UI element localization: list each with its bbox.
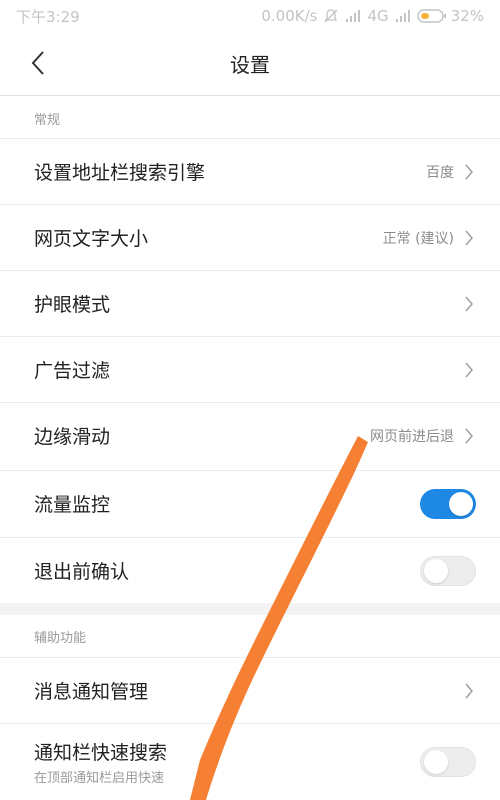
section-title: 辅助功能 [34,630,87,646]
row-notification-quick-search: 通知栏快速搜索 在顶部通知栏启用快速 [0,723,500,800]
toggle-knob [424,750,448,774]
section-title: 常规 [34,112,61,128]
section-header-accessibility: 辅助功能 [0,615,500,657]
row-value: 百度 [426,164,454,181]
chevron-left-icon [31,51,44,75]
row-font-size[interactable]: 网页文字大小 正常 (建议) [0,204,500,270]
data-monitor-toggle[interactable] [420,488,476,519]
toggle-knob [449,491,473,516]
row-eye-protection[interactable]: 护眼模式 [0,270,500,336]
row-label: 退出前确认 [34,561,130,583]
page-title: 设置 [230,53,270,77]
row-label: 边缘滑动 [34,426,111,448]
row-ad-filter[interactable]: 广告过滤 [0,336,500,402]
row-data-monitor: 流量监控 [0,470,500,536]
status-bar: 下午3:29 0.00K/s 4G 32% [0,0,500,32]
row-label: 流量监控 [34,494,111,516]
back-button[interactable] [26,48,50,78]
network-type: 4G [367,7,389,25]
battery-level: 32% [450,7,484,25]
row-sublabel: 在顶部通知栏启用快速 [34,771,165,786]
row-value: 网页前进后退 [370,428,454,445]
chevron-right-icon [462,294,476,314]
row-edge-swipe[interactable]: 边缘滑动 网页前进后退 [0,402,500,468]
section-divider [0,603,500,615]
row-label: 网页文字大小 [34,228,149,250]
status-time: 下午3:29 [16,7,80,26]
header: 设置 [0,32,500,96]
row-label: 设置地址栏搜索引擎 [34,162,206,184]
row-label: 通知栏快速搜索 [34,742,168,764]
chevron-right-icon [462,681,476,701]
toggle-knob [424,558,448,583]
quick-search-toggle[interactable] [420,747,476,777]
section-header-general: 常规 [0,97,500,139]
chevron-right-icon [462,426,476,446]
row-search-engine[interactable]: 设置地址栏搜索引擎 百度 [0,138,500,204]
row-label: 消息通知管理 [34,681,149,703]
battery-indicator: 32% [416,7,484,25]
row-label: 广告过滤 [34,360,111,382]
row-notification-management[interactable]: 消息通知管理 [0,657,500,723]
alarm-off-icon [323,8,339,24]
exit-confirm-toggle[interactable] [420,555,476,586]
network-speed: 0.00K/s [261,7,318,25]
row-exit-confirm: 退出前确认 [0,537,500,603]
chevron-right-icon [462,360,476,380]
chevron-right-icon [462,162,476,182]
row-label: 护眼模式 [34,294,111,316]
row-text: 通知栏快速搜索 在顶部通知栏启用快速 [34,738,420,786]
status-indicators: 0.00K/s 4G 32% [261,7,484,25]
signal-icon [395,9,411,23]
row-value: 正常 (建议) [382,230,454,247]
battery-icon [416,9,446,23]
chevron-right-icon [462,228,476,248]
signal-icon [345,9,361,23]
